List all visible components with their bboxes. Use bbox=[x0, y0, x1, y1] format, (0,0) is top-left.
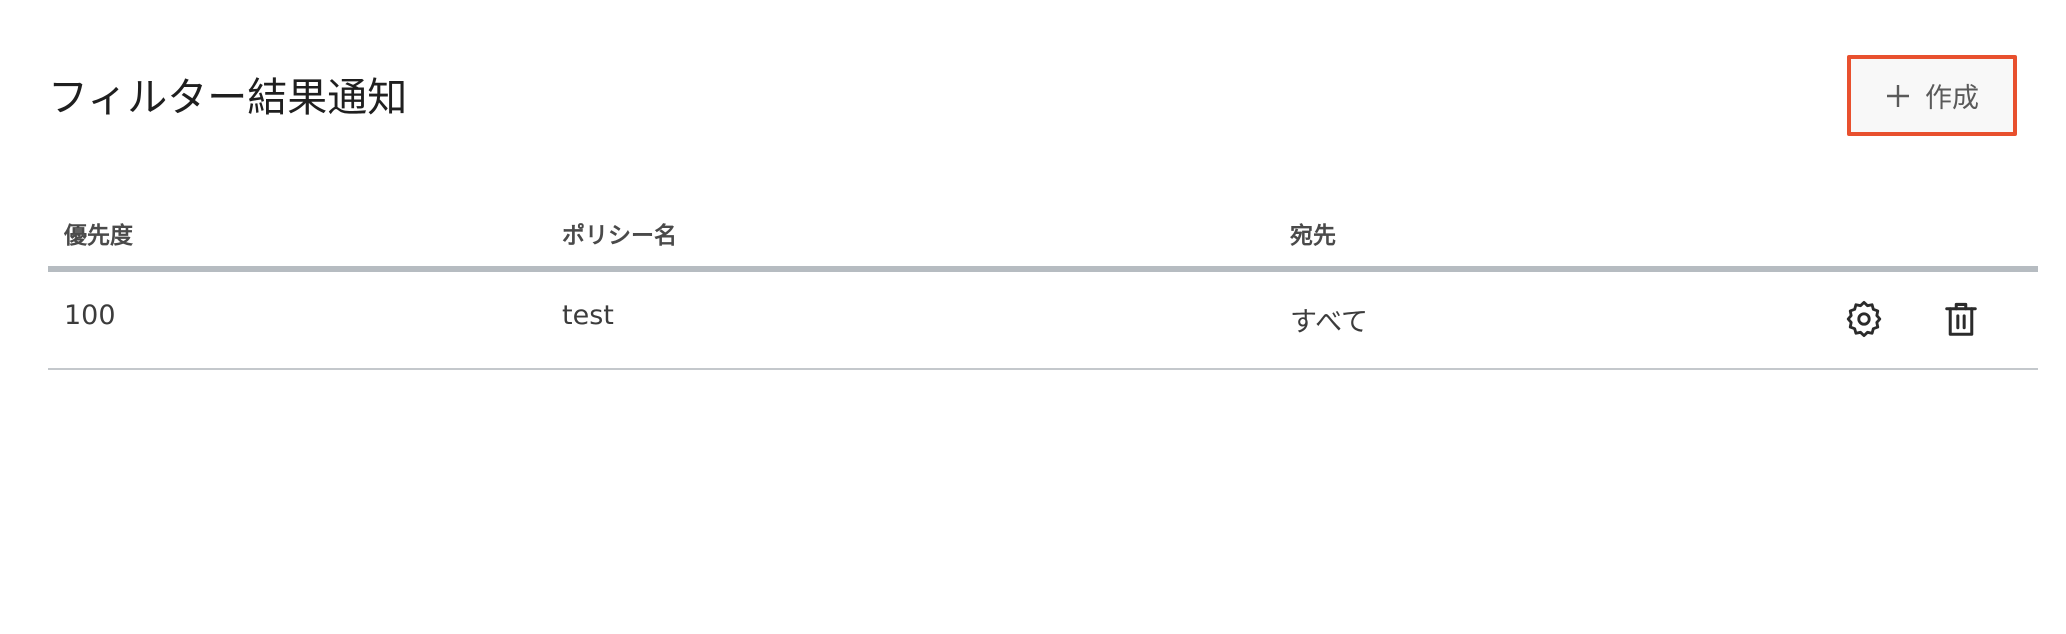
trash-icon bbox=[1943, 300, 1979, 341]
cell-policy-name: test bbox=[562, 300, 614, 331]
column-header-priority[interactable]: 優先度 bbox=[64, 216, 133, 250]
create-button[interactable]: 作成 bbox=[1847, 55, 2017, 136]
plus-icon bbox=[1885, 83, 1911, 109]
settings-button[interactable] bbox=[1842, 298, 1886, 342]
table-row: 100 test すべて bbox=[48, 272, 2038, 370]
gear-icon bbox=[1845, 300, 1883, 341]
page-title: フィルター結果通知 bbox=[48, 75, 408, 121]
filter-notification-page: フィルター結果通知 作成 優先度 ポリシー名 宛先 100 test すべて bbox=[0, 0, 2066, 634]
column-header-policy-name[interactable]: ポリシー名 bbox=[562, 216, 677, 250]
cell-destination: すべて bbox=[1290, 307, 1369, 338]
policy-table: 優先度 ポリシー名 宛先 100 test すべて bbox=[48, 200, 2038, 370]
cell-priority: 100 bbox=[64, 300, 116, 331]
create-button-label: 作成 bbox=[1925, 83, 1979, 113]
delete-button[interactable] bbox=[1939, 298, 1983, 342]
column-header-destination[interactable]: 宛先 bbox=[1290, 216, 1336, 250]
table-header: 優先度 ポリシー名 宛先 bbox=[48, 200, 2038, 272]
